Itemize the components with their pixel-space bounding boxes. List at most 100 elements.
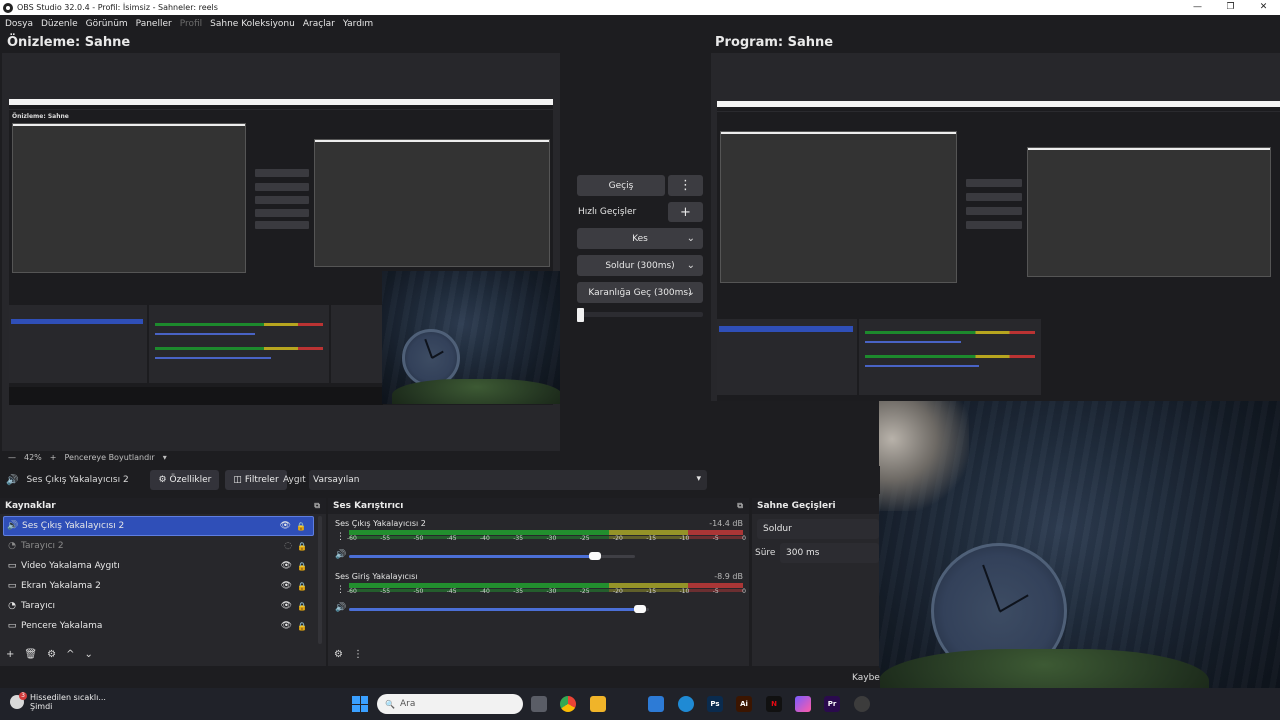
premiere-icon[interactable]: Pr	[824, 696, 840, 712]
source-settings-button[interactable]: ⚙	[47, 649, 56, 660]
lock-icon[interactable]: 🔒	[297, 562, 307, 571]
menu-sahne-koleksiyonu[interactable]: Sahne Koleksiyonu	[210, 19, 295, 29]
weather-widget[interactable]: 3 Hissedilen sıcaklı... Şimdi	[10, 692, 106, 711]
lock-icon[interactable]: 🔒	[297, 602, 307, 611]
volume-slider-handle[interactable]	[588, 552, 601, 560]
program-nested-capture	[717, 101, 1280, 401]
channel-menu-icon[interactable]: ⋮	[336, 532, 345, 542]
menu-araclar[interactable]: Araçlar	[303, 19, 335, 29]
lock-icon[interactable]: 🔒	[297, 622, 307, 631]
mixer-channel-name: Ses Giriş Yakalayıcısı	[335, 572, 418, 581]
float-dock-icon[interactable]: ⧉	[737, 501, 743, 511]
lock-icon[interactable]: 🔒	[297, 542, 307, 551]
weather-icon: 3	[10, 692, 27, 709]
nested-preview-screen	[12, 123, 246, 273]
volume-icon[interactable]: 🔊	[335, 603, 346, 613]
edge-icon[interactable]	[678, 696, 694, 712]
move-down-button[interactable]: ⌄	[84, 649, 92, 660]
menu-gorunum[interactable]: Görünüm	[86, 19, 128, 29]
add-quick-transition-icon[interactable]: +	[668, 202, 703, 222]
program-canvas	[711, 53, 1280, 401]
eye-icon[interactable]: 👁	[281, 601, 292, 611]
device-select[interactable]: Varsayılan ▾	[309, 470, 707, 490]
float-dock-icon[interactable]: ⧉	[314, 501, 320, 511]
chrome-icon[interactable]	[560, 696, 576, 712]
add-source-button[interactable]: +	[6, 649, 14, 660]
eye-hidden-icon[interactable]: ◌	[284, 541, 292, 551]
nested-button	[255, 169, 309, 177]
zoom-out-button[interactable]: —	[8, 453, 16, 462]
source-properties-bar: 🔊 Ses Çıkış Yakalayıcısı 2 ⚙ Özellikler …	[0, 466, 880, 494]
quick-transition-soldur[interactable]: Soldur (300ms) ⌄	[577, 255, 703, 276]
netflix-icon[interactable]: N	[766, 696, 782, 712]
zoom-in-button[interactable]: +	[50, 453, 57, 462]
zoom-dropdown-icon[interactable]: ▾	[163, 453, 167, 462]
sources-scrollbar[interactable]	[318, 516, 322, 644]
channel-menu-icon[interactable]: ⋮	[336, 585, 345, 595]
scene-transitions-title: Sahne Geçişleri	[757, 501, 836, 511]
duration-field[interactable]: 300 ms	[780, 543, 879, 563]
source-item-tarayici[interactable]: ◔ Tarayıcı 👁 🔒	[3, 596, 314, 616]
volume-slider[interactable]	[349, 605, 649, 613]
quick-transition-karanliga-gec[interactable]: Karanlığa Geç (300ms) ⌄	[577, 282, 703, 303]
transition-button[interactable]: Geçiş	[577, 175, 665, 196]
minimize-button[interactable]: —	[1181, 0, 1214, 15]
preview-title: Önizleme: Sahne	[7, 35, 131, 50]
selected-source-name: Ses Çıkış Yakalayıcısı 2	[26, 475, 129, 485]
file-explorer-icon[interactable]	[590, 696, 606, 712]
maximize-button[interactable]: ❐	[1214, 0, 1247, 15]
transition-type-select[interactable]: Soldur	[757, 519, 879, 539]
status-bar: Kaybe	[0, 668, 880, 688]
search-icon: 🔍	[385, 699, 395, 709]
lock-icon[interactable]: 🔒	[296, 522, 306, 531]
device-label: Aygıt	[283, 475, 306, 485]
transition-tbar-track[interactable]	[577, 308, 703, 322]
obs-taskbar-icon[interactable]	[854, 696, 870, 712]
menu-profil[interactable]: Profil	[180, 19, 202, 29]
volume-icon[interactable]: 🔊	[335, 550, 346, 560]
mail-icon[interactable]	[648, 696, 664, 712]
menu-duzenle[interactable]: Düzenle	[41, 19, 78, 29]
taskbar-search-box[interactable]: 🔍 Ara	[377, 694, 523, 714]
menu-yardim[interactable]: Yardım	[343, 19, 373, 29]
source-item-video-yakalama[interactable]: ▭ Video Yakalama Aygıtı 👁 🔒	[3, 556, 314, 576]
filters-button[interactable]: ◫ Filtreler	[225, 470, 287, 490]
mixer-settings-button[interactable]: ⚙	[334, 649, 343, 660]
window-controls: — ❐ ✕	[1181, 0, 1280, 15]
lock-icon[interactable]: 🔒	[297, 582, 307, 591]
filter-icon: ◫	[233, 475, 242, 485]
remove-source-button[interactable]: 🗑	[24, 649, 37, 660]
move-up-button[interactable]: ^	[66, 649, 74, 660]
quick-transition-kes[interactable]: Kes ⌄	[577, 228, 703, 249]
transition-tbar-handle[interactable]	[577, 308, 584, 322]
menu-dosya[interactable]: Dosya	[5, 19, 33, 29]
task-view-icon[interactable]	[531, 696, 547, 712]
source-item-ekran-yakalama-2[interactable]: ▭ Ekran Yakalama 2 👁 🔒	[3, 576, 314, 596]
volume-slider-handle[interactable]	[634, 605, 646, 613]
program-title: Program: Sahne	[715, 35, 834, 50]
fit-to-window-label[interactable]: Pencereye Boyutlandır	[64, 453, 154, 462]
nested-button	[966, 207, 1022, 215]
volume-slider[interactable]	[349, 552, 635, 560]
preview-webcam-feed	[382, 271, 560, 404]
windows-start-icon[interactable]	[352, 696, 368, 712]
source-item-tarayici-2[interactable]: ◔ Tarayıcı 2 ◌ 🔒	[3, 536, 314, 556]
nested-button	[966, 193, 1022, 201]
transition-menu-icon[interactable]: ⋮	[668, 175, 703, 196]
eye-icon[interactable]: 👁	[281, 581, 292, 591]
close-button[interactable]: ✕	[1247, 0, 1280, 15]
source-item-ses-cikis-2[interactable]: 🔊 Ses Çıkış Yakalayıcısı 2 👁 🔒	[3, 516, 314, 536]
eye-icon[interactable]: 👁	[281, 561, 292, 571]
eye-icon[interactable]: 👁	[280, 521, 291, 531]
sources-dock: Kaynaklar ⧉ 🔊 Ses Çıkış Yakalayıcısı 2 👁…	[0, 498, 326, 666]
eye-icon[interactable]: 👁	[281, 621, 292, 631]
menu-paneller[interactable]: Paneller	[136, 19, 172, 29]
properties-button[interactable]: ⚙ Özellikler	[150, 470, 220, 490]
copilot-icon[interactable]	[795, 696, 811, 712]
audio-mixer-header: Ses Karıştırıcı ⧉	[328, 498, 749, 514]
photoshop-icon[interactable]: Ps	[707, 696, 723, 712]
illustrator-icon[interactable]: Ai	[736, 696, 752, 712]
preview-canvas[interactable]: Önizleme: Sahne	[2, 53, 560, 451]
mixer-menu-button[interactable]: ⋮	[353, 649, 363, 660]
source-item-pencere-yakalama[interactable]: ▭ Pencere Yakalama 👁 🔒	[3, 616, 314, 636]
